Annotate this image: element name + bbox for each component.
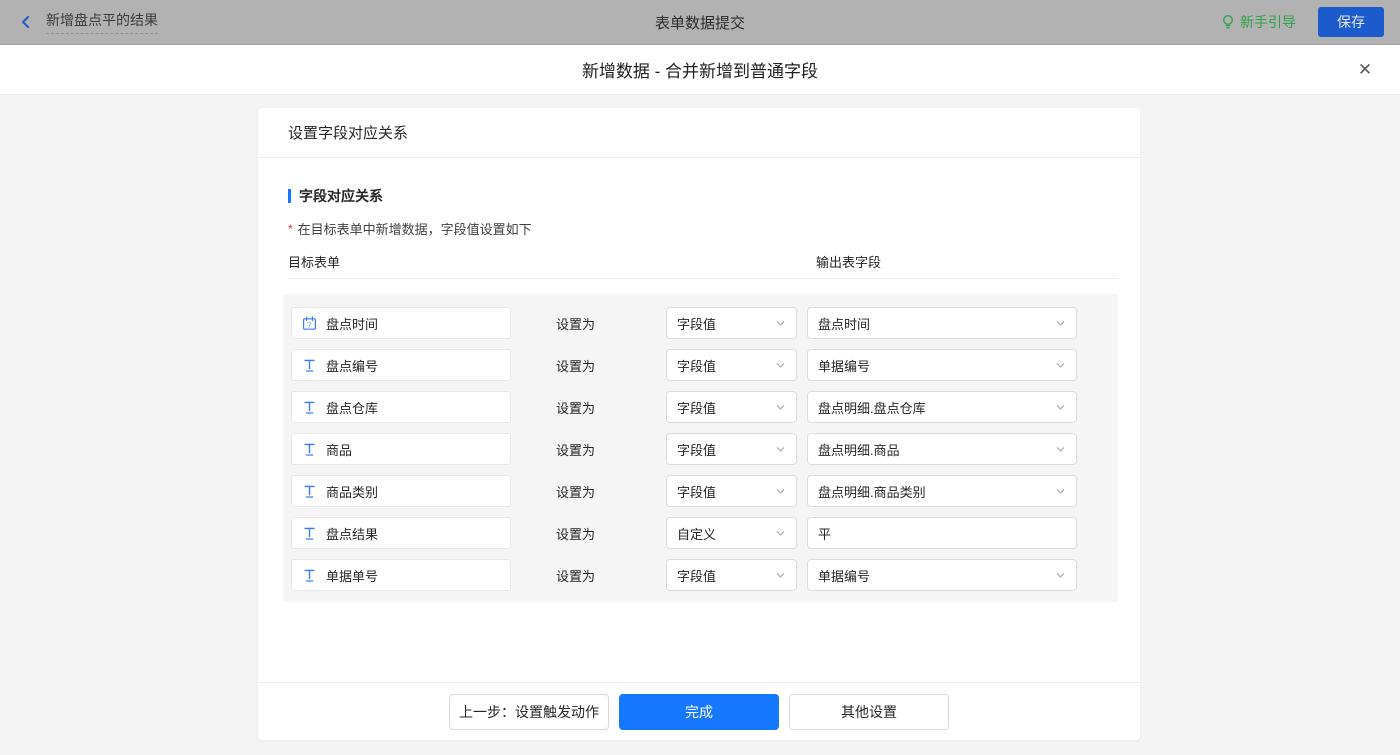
target-field-label: 盘点时间 [326, 314, 378, 333]
close-icon[interactable]: ✕ [1354, 59, 1376, 81]
output-field-select[interactable]: 盘点明细.商品类别 [807, 475, 1077, 507]
mapping-rows: 7 盘点时间 设置为 字段值 盘点时间 [283, 294, 1118, 602]
card-title: 设置字段对应关系 [258, 108, 1140, 158]
set-as-label: 设置为 [556, 566, 596, 585]
value-type-select[interactable]: 字段值 [666, 559, 797, 591]
set-as-label: 设置为 [556, 314, 596, 333]
set-as-label: 设置为 [556, 398, 596, 417]
modal-title: 新增数据 - 合并新增到普通字段 [582, 57, 818, 82]
target-field-label: 盘点编号 [326, 356, 378, 375]
date-field-icon: 7 [302, 316, 317, 331]
output-field-select[interactable]: 盘点明细.盘点仓库 [807, 391, 1077, 423]
chevron-down-icon [1055, 360, 1066, 371]
chevron-down-icon [1055, 318, 1066, 329]
output-field-select[interactable]: 盘点明细.商品 [807, 433, 1077, 465]
mapping-row: 盘点编号 设置为 字段值 单据编号 [291, 349, 1118, 381]
target-field-label: 商品 [326, 440, 352, 459]
page-title: 表单数据提交 [0, 12, 1400, 33]
field-mapping-card: 设置字段对应关系 字段对应关系 * 在目标表单中新增数据，字段值设置如下 目标表… [258, 108, 1140, 740]
target-field-label: 盘点结果 [326, 524, 378, 543]
mapping-row: 商品 设置为 字段值 盘点明细.商品 [291, 433, 1118, 465]
text-field-icon [302, 484, 317, 499]
target-field-label: 盘点仓库 [326, 398, 378, 417]
lightbulb-icon [1221, 14, 1235, 30]
set-as-label: 设置为 [556, 440, 596, 459]
card-body: 字段对应关系 * 在目标表单中新增数据，字段值设置如下 目标表单 输出表字段 7 [258, 158, 1140, 682]
value-type-select[interactable]: 字段值 [666, 475, 797, 507]
value-type-select[interactable]: 字段值 [666, 433, 797, 465]
column-headers: 目标表单 输出表字段 [288, 252, 1118, 271]
chevron-down-icon [775, 528, 786, 539]
mapping-row: 7 盘点时间 设置为 字段值 盘点时间 [291, 307, 1118, 339]
card-footer: 上一步：设置触发动作 完成 其他设置 [258, 682, 1140, 740]
chevron-down-icon [775, 444, 786, 455]
value-type-select[interactable]: 字段值 [666, 307, 797, 339]
text-field-icon [302, 358, 317, 373]
target-field-label: 单据单号 [326, 566, 378, 585]
set-as-label: 设置为 [556, 356, 596, 375]
set-as-label: 设置为 [556, 482, 596, 501]
chevron-down-icon [1055, 486, 1066, 497]
modal-header: 新增数据 - 合并新增到普通字段 ✕ [0, 45, 1400, 95]
set-as-label: 设置为 [556, 524, 596, 543]
target-field: 商品 [291, 433, 511, 465]
column-output-field: 输出表字段 [816, 252, 881, 271]
value-type-select[interactable]: 字段值 [666, 349, 797, 381]
svg-text:7: 7 [307, 320, 311, 329]
target-field: 盘点编号 [291, 349, 511, 381]
chevron-down-icon [775, 486, 786, 497]
target-field: 盘点结果 [291, 517, 511, 549]
target-field-label: 商品类别 [326, 482, 378, 501]
mapping-note: * 在目标表单中新增数据，字段值设置如下 [288, 219, 1118, 238]
value-type-select[interactable]: 字段值 [666, 391, 797, 423]
required-asterisk: * [288, 222, 293, 236]
chevron-down-icon [1055, 444, 1066, 455]
chevron-down-icon [1055, 402, 1066, 413]
output-field-select[interactable]: 单据编号 [807, 349, 1077, 381]
other-settings-button[interactable]: 其他设置 [789, 694, 949, 730]
chevron-down-icon [775, 318, 786, 329]
target-field: 盘点仓库 [291, 391, 511, 423]
app-topbar: 表单数据提交 新增盘点平的结果 新手引导 保存 [0, 0, 1400, 45]
target-field: 单据单号 [291, 559, 511, 591]
text-field-icon [302, 442, 317, 457]
modal-content: 设置字段对应关系 字段对应关系 * 在目标表单中新增数据，字段值设置如下 目标表… [0, 108, 1400, 755]
custom-value-input[interactable] [807, 517, 1077, 549]
note-text: 在目标表单中新增数据，字段值设置如下 [298, 219, 532, 238]
save-button[interactable]: 保存 [1318, 7, 1384, 37]
column-target-form: 目标表单 [288, 252, 816, 271]
chevron-down-icon [775, 570, 786, 581]
mapping-row: 盘点仓库 设置为 字段值 盘点明细.盘点仓库 [291, 391, 1118, 423]
previous-step-button[interactable]: 上一步：设置触发动作 [449, 694, 609, 730]
section-title: 字段对应关系 [288, 186, 1118, 206]
output-field-select[interactable]: 单据编号 [807, 559, 1077, 591]
text-field-icon [302, 400, 317, 415]
guide-label: 新手引导 [1240, 12, 1296, 32]
section-accent-bar [288, 189, 291, 203]
chevron-down-icon [775, 402, 786, 413]
column-divider [288, 278, 1118, 279]
beginner-guide-link[interactable]: 新手引导 [1221, 12, 1296, 32]
mapping-row: 盘点结果 设置为 自定义 [291, 517, 1118, 549]
mapping-row: 单据单号 设置为 字段值 单据编号 [291, 559, 1118, 591]
value-type-select[interactable]: 自定义 [666, 517, 797, 549]
done-button[interactable]: 完成 [619, 694, 779, 730]
chevron-down-icon [775, 360, 786, 371]
target-field: 7 盘点时间 [291, 307, 511, 339]
chevron-down-icon [1055, 570, 1066, 581]
text-field-icon [302, 526, 317, 541]
target-field: 商品类别 [291, 475, 511, 507]
text-field-icon [302, 568, 317, 583]
mapping-row: 商品类别 设置为 字段值 盘点明细.商品类别 [291, 475, 1118, 507]
output-field-select[interactable]: 盘点时间 [807, 307, 1077, 339]
